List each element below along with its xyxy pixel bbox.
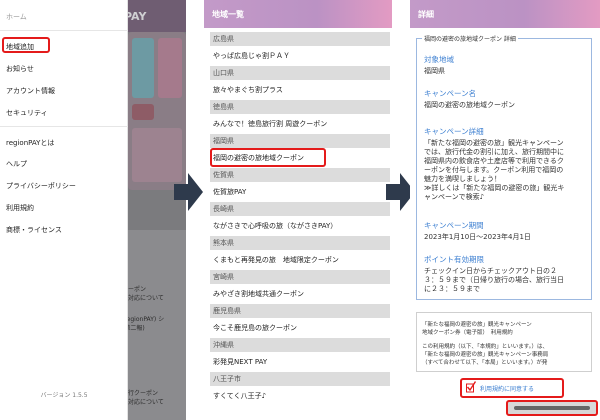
prefecture-header: 広島県 <box>210 32 390 46</box>
prefecture-header: 徳島県 <box>210 100 390 114</box>
prefecture-header: 福岡県 <box>210 134 390 148</box>
campaign-detail-line: ャンペーンで検索♪ <box>424 193 485 201</box>
add-region-button[interactable] <box>506 400 598 416</box>
terms-line: （すべて合わせて以下、「本局」といいます。）が発 <box>422 360 548 366</box>
campaign-detail-line: 福岡県内の飲食店や土産店等で利用できるク <box>424 157 564 165</box>
prefecture-header: 山口県 <box>210 66 390 80</box>
banner-tile <box>158 38 182 98</box>
arrow-right-icon <box>174 173 203 211</box>
region-item[interactable]: 佐賀旅PAY <box>210 182 390 202</box>
point-expiry-line: チェックイン日からチェックアウト日の２ <box>424 267 557 275</box>
button-bar <box>514 406 590 410</box>
page-title: 詳細 <box>418 10 434 19</box>
terms-line: 地域クーポン券（電子版） 利用規約 <box>422 330 513 336</box>
background-banner <box>128 32 186 190</box>
terms-line: この利用規約（以下、「本規約」といいます。）は、 <box>422 344 548 350</box>
highlight-box <box>2 37 50 53</box>
background-news-line: (regionPAY) シ <box>122 316 165 323</box>
campaign-detail-line: ≫詳しくは「新たな福岡の避密の旅」観光キ <box>424 184 565 192</box>
highlight-box <box>210 148 326 167</box>
campaign-name-value: 福岡の避密の旅地域クーポン <box>424 101 515 109</box>
point-expiry-line: に２３：５９まで <box>424 285 480 293</box>
banner-tile <box>132 38 154 98</box>
background-news: クーポン の対応について (regionPAY) シ (第二報) 旅行クーポン … <box>118 230 186 420</box>
campaign-detail-line: ーポンを付与します。クーポン利用で福岡の <box>424 166 564 174</box>
agree-terms-label[interactable]: 利用規約に同意する <box>480 384 534 393</box>
prefecture-header: 鹿児島県 <box>210 304 390 318</box>
region-item[interactable]: やっぱ広島じゃ割ＰＡＹ <box>210 46 390 66</box>
campaign-detail-line: 魅力を満喫しましょう！ <box>424 175 501 183</box>
background-news-line: の対応について <box>122 295 164 302</box>
drawer-home-label[interactable]: ホーム <box>6 12 27 22</box>
menu-item-terms[interactable]: 利用規約 <box>6 203 34 213</box>
region-item[interactable]: みんなで！徳島旅行割 周遊クーポン <box>210 114 390 134</box>
campaign-period-label: キャンペーン期間 <box>424 221 484 230</box>
region-item[interactable]: ながさきで心呼吸の旅（ながさきPAY） <box>210 216 390 236</box>
prefecture-header: 沖縄県 <box>210 338 390 352</box>
region-item[interactable]: すくてく八王子♪ <box>210 386 390 406</box>
tutorial-stage: PAY クーポン の対応について (regionPAY) シ (第二報) 旅行ク… <box>0 0 600 420</box>
point-expiry-line: ３：５９まで（日帰り旅行の場合、旅行当日 <box>424 276 564 284</box>
campaign-detail-label: キャンペーン詳細 <box>424 127 484 136</box>
region-item[interactable]: 今こそ鹿児島の旅クーポン <box>210 318 390 338</box>
menu-item-notices[interactable]: お知らせ <box>6 64 34 74</box>
menu-item-license[interactable]: 商標・ライセンス <box>6 225 62 235</box>
detail-screen: 詳細 福岡の避密の旅地域クーポン 詳細 対象地域 福岡県 キャンペーン名 福岡の… <box>410 0 600 420</box>
region-item[interactable]: 彩発見NEXT PAY <box>210 352 390 372</box>
terms-line: 「新たな福岡の避密の旅」観光キャンペーン <box>422 322 532 328</box>
menu-item-privacy[interactable]: プライバシーポリシー <box>6 181 76 191</box>
checkmark-icon <box>466 381 476 393</box>
region-item[interactable]: みやざき割地域共通クーポン <box>210 284 390 304</box>
campaign-name-label: キャンペーン名 <box>424 89 477 98</box>
region-list-screen: 地域一覧 広島県 やっぱ広島じゃ割ＰＡＹ 山口県 旅々やまぐち割プラス 徳島県 みんなで！… <box>204 0 392 420</box>
prefecture-header: 宮崎県 <box>210 270 390 284</box>
divider <box>0 126 128 127</box>
detail-header: 詳細 <box>410 0 600 28</box>
region-item[interactable]: 旅々やまぐち割プラス <box>210 80 390 100</box>
menu-item-account[interactable]: アカウント情報 <box>6 86 55 96</box>
prefecture-header: 長崎県 <box>210 202 390 216</box>
navigation-drawer: ホーム 地域追加 お知らせ アカウント情報 セキュリティ regionPAYとは… <box>0 0 128 420</box>
region-list-header: 地域一覧 <box>204 0 392 28</box>
campaign-detail-line: 「新たな福岡の避密の旅」観光キャンペーン <box>424 139 564 147</box>
campaign-period-value: 2023年1月10日〜2023年4月1日 <box>424 233 531 241</box>
target-region-value: 福岡県 <box>424 67 445 75</box>
region-item[interactable]: くまもと再発見の旅 地域限定クーポン <box>210 250 390 270</box>
campaign-detail-line: では、旅行代金の割引に加え、旅行期間中に <box>424 148 564 156</box>
divider <box>0 30 128 31</box>
menu-item-security[interactable]: セキュリティ <box>6 108 48 118</box>
side-menu-screen: PAY クーポン の対応について (regionPAY) シ (第二報) 旅行ク… <box>0 0 186 420</box>
point-expiry-label: ポイント有効期限 <box>424 255 484 264</box>
background-news-line: の対応について <box>122 399 164 406</box>
prefecture-header: 佐賀県 <box>210 168 390 182</box>
terms-line: 「新たな福岡の避密の旅」観光キャンペーン事務局 <box>422 352 549 358</box>
menu-item-help[interactable]: ヘルプ <box>6 159 27 169</box>
prefecture-header: 熊本県 <box>210 236 390 250</box>
background-header: PAY <box>118 0 186 32</box>
prefecture-header: 八王子市 <box>210 372 390 386</box>
page-title: 地域一覧 <box>212 10 244 19</box>
version-label: バージョン 1.5.5 <box>40 392 88 399</box>
menu-item-about[interactable]: regionPAYとは <box>6 138 54 148</box>
target-region-label: 対象地域 <box>424 55 454 64</box>
detail-box-title: 福岡の避密の旅地域クーポン 詳細 <box>422 34 518 43</box>
banner-tile <box>132 104 154 120</box>
